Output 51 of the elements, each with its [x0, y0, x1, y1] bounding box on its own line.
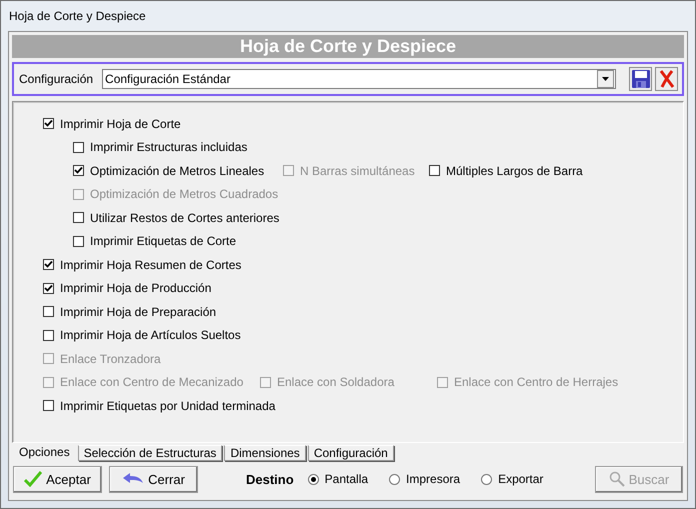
field-label: Configuración	[19, 72, 94, 86]
checkbox-label: Múltiples Largos de Barra	[446, 164, 583, 178]
checkbox-label: Imprimir Etiquetas por Unidad terminada	[60, 398, 276, 413]
checkbox[interactable]	[43, 306, 54, 318]
radio-button[interactable]	[308, 474, 319, 484]
back-arrow-icon	[122, 473, 144, 485]
checkbox-label: Imprimir Hoja de Producción	[60, 281, 212, 296]
checkbox[interactable]	[73, 165, 84, 176]
checkbox-label: Imprimir Hoja de Preparación	[60, 304, 216, 319]
checkbox-label: Enlace con Soldadora	[277, 375, 394, 390]
checkbox[interactable]	[43, 118, 54, 130]
checkbox-label: Imprimir Hoja de Artículos Sueltos	[60, 328, 241, 342]
tab[interactable]: Dimensiones	[224, 445, 306, 461]
checkbox[interactable]	[429, 165, 440, 176]
radio-label: Exportar	[498, 472, 544, 486]
checkmark-icon	[24, 471, 42, 487]
radio-button[interactable]	[389, 474, 400, 484]
checkbox-label: Enlace con Centro de Herrajes	[454, 375, 618, 390]
destination-label: Destino	[246, 472, 294, 486]
checkbox-label: N Barras simultáneas	[300, 164, 415, 178]
radio-button[interactable]	[481, 474, 492, 484]
checkbox-label: Enlace con Centro de Mecanizado	[60, 375, 244, 390]
checkbox[interactable]	[73, 236, 84, 247]
checkbox[interactable]	[43, 282, 54, 294]
checkbox[interactable]	[43, 330, 54, 341]
header-title: Hoja de Corte y Despiece	[12, 35, 684, 58]
search-icon	[608, 471, 625, 487]
checkbox-label: Imprimir Hoja Resumen de Cortes	[60, 258, 242, 272]
checkbox-label: Imprimir Estructuras incluidas	[90, 140, 248, 154]
checkbox-label: Imprimir Etiquetas de Corte	[90, 234, 236, 248]
checkbox[interactable]	[43, 259, 54, 270]
cross-icon	[658, 69, 676, 89]
checkbox-label: Optimización de Metros Cuadrados	[90, 187, 278, 202]
tab[interactable]: Configuración	[308, 445, 394, 461]
radio-label: Impresora	[406, 472, 460, 486]
radio-label: Pantalla	[324, 472, 368, 486]
dropdown-value: Configuración Estándar	[105, 72, 230, 86]
checkbox-label: Utilizar Restos de Cortes anteriores	[90, 210, 280, 225]
tab[interactable]: Selección de Estructuras	[78, 445, 222, 461]
configuration-dropdown[interactable]: Configuración Estándar	[102, 69, 616, 89]
delete-button[interactable]	[655, 67, 678, 91]
close-button[interactable]: Cerrar	[109, 466, 198, 492]
checkbox-label: Optimización de Metros Lineales	[90, 164, 264, 178]
checkbox-label: Imprimir Hoja de Corte	[60, 116, 181, 131]
save-button[interactable]	[629, 67, 652, 91]
checkbox[interactable]	[73, 212, 84, 224]
checkbox[interactable]	[73, 142, 84, 153]
checkbox[interactable]	[43, 400, 54, 412]
checkbox-label: Enlace Tronzadora	[60, 352, 161, 366]
accept-button[interactable]: Aceptar	[13, 466, 102, 492]
window-title: Hoja de Corte y Despiece	[8, 8, 147, 25]
